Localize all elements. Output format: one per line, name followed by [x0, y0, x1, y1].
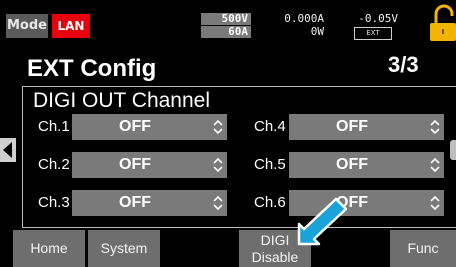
panel-title: DIGI OUT Channel [33, 89, 211, 112]
lan-badge: LAN [52, 14, 90, 38]
ch1-select[interactable]: OFF [72, 114, 227, 140]
mode-badge: Mode [6, 14, 48, 38]
page-indicator: 3/3 [388, 52, 419, 77]
updown-arrows-icon [430, 195, 440, 211]
page-title: EXT Config [27, 55, 157, 82]
updown-arrows-icon [430, 119, 440, 135]
home-button[interactable]: Home [13, 230, 85, 267]
lock-icon [430, 4, 456, 41]
ch1-value: OFF [119, 118, 151, 135]
ch6-label: Ch.6 [254, 194, 286, 211]
ch3-value: OFF [119, 194, 151, 211]
ch1-label: Ch.1 [38, 118, 70, 135]
updown-arrows-icon [430, 157, 440, 173]
current-limit: 60A [201, 26, 251, 38]
current-reading: 0.000A [284, 12, 324, 25]
pointer-arrow-icon [297, 197, 348, 246]
ch2-label: Ch.2 [38, 156, 70, 173]
updown-arrows-icon [213, 119, 223, 135]
triangle-left-icon[interactable] [0, 138, 16, 162]
system-button[interactable]: System [88, 230, 160, 267]
voltage-limit: 500V [201, 13, 251, 25]
ext-indicator: EXT [354, 27, 392, 40]
voltage-reading: -0.05V [358, 12, 398, 25]
ch4-label: Ch.4 [254, 118, 286, 135]
ch3-select[interactable]: OFF [72, 190, 227, 216]
updown-arrows-icon [213, 157, 223, 173]
page-right-tab[interactable] [450, 140, 456, 160]
ch2-value: OFF [119, 156, 151, 173]
ch2-select[interactable]: OFF [72, 152, 227, 178]
power-reading: 0W [310, 25, 324, 38]
ch5-label: Ch.5 [254, 156, 286, 173]
ch4-select[interactable]: OFF [289, 114, 444, 140]
updown-arrows-icon [213, 195, 223, 211]
func-button[interactable]: Func [390, 230, 456, 267]
ch3-label: Ch.3 [38, 194, 70, 211]
ch4-value: OFF [336, 118, 368, 135]
ch5-value: OFF [336, 156, 368, 173]
ch5-select[interactable]: OFF [289, 152, 444, 178]
